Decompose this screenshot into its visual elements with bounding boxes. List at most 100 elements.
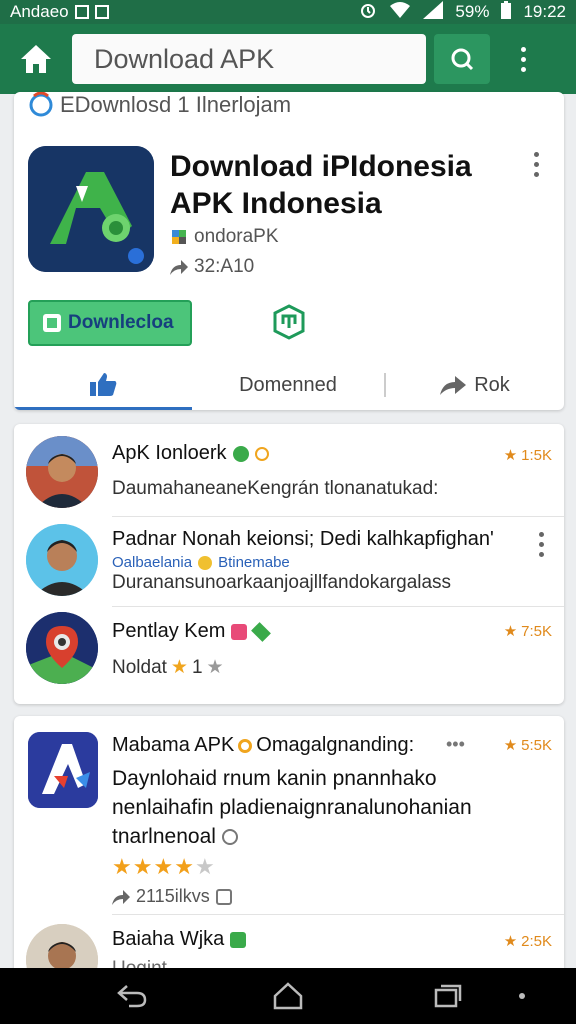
list-item-title-row: Pentlay Kem xyxy=(112,620,272,643)
list-item-title: Pentlay Kem xyxy=(112,620,226,642)
featured-app-icon[interactable] xyxy=(28,146,154,272)
list-item[interactable]: Padnar Nonah keionsi; Dedi kalhkapfighan… xyxy=(14,518,564,604)
list-item-title-row: Baiaha Wjka xyxy=(112,928,247,951)
alarm-icon xyxy=(359,1,377,24)
app-star-rating: ★★★★★ xyxy=(112,854,216,880)
list-item[interactable]: ApK Ionloerk DaumahaneaneKengrán tlonana… xyxy=(14,424,564,512)
status-bar: Andaeo 59% 19:22 xyxy=(0,0,576,24)
search-input[interactable]: Download APK xyxy=(72,34,426,84)
recents-icon xyxy=(434,984,462,1008)
search-input-text: Download APK xyxy=(94,43,275,74)
home-icon xyxy=(21,45,51,73)
tab-like[interactable] xyxy=(14,360,192,410)
search-button[interactable] xyxy=(434,34,490,84)
star-icon: ★ xyxy=(503,737,518,754)
list-item-desc: DaumahaneaneKengrán tlonanatukad: xyxy=(112,478,439,499)
badge-icon xyxy=(273,304,305,340)
list-item-stars: 1 xyxy=(191,656,203,678)
app-more-button[interactable]: ••• xyxy=(446,734,465,755)
notification-icon xyxy=(74,5,89,19)
list-item-rating: ★ 2:5K xyxy=(503,932,552,951)
time-label: 19:22 xyxy=(523,2,566,21)
tab-share[interactable]: Rok xyxy=(386,360,564,410)
rating-text: 7:5K xyxy=(521,622,552,640)
share-arrow-icon xyxy=(170,260,188,275)
more-vert-icon xyxy=(539,532,544,557)
featured-app-title[interactable]: Download iPIdonesia APK Indonesia xyxy=(170,148,500,222)
featured-more-button[interactable] xyxy=(534,152,539,177)
app-bar: Download APK xyxy=(0,24,576,94)
tag-icon xyxy=(251,621,272,642)
more-vert-icon xyxy=(520,46,526,72)
star-icon: ★ xyxy=(503,933,518,950)
app-title-accent: Omagalgnanding: xyxy=(256,734,415,756)
avatar xyxy=(26,524,98,596)
star-icon: ★ xyxy=(170,657,188,678)
nav-dot-button[interactable] xyxy=(508,968,536,1024)
download-box-icon xyxy=(215,888,232,905)
app-detail-card: Mabama APK Omagalgnanding: ••• ★ 5:5K Da… xyxy=(14,716,564,976)
emoji-icon xyxy=(198,555,213,570)
home-button[interactable] xyxy=(0,24,72,94)
wifi-icon xyxy=(389,1,411,24)
dot-icon xyxy=(519,993,525,999)
featured-stat-text: 32:A10 xyxy=(194,256,255,277)
list-item-rating: ★ 1:5K xyxy=(503,446,552,465)
list-item-tag-2: Btinemabe xyxy=(218,554,290,571)
avatar xyxy=(26,436,98,508)
featured-tabs: Domenned Rok xyxy=(14,360,564,410)
list-item-title-row: ApK Ionloerk xyxy=(112,442,269,465)
back-button[interactable] xyxy=(104,968,160,1024)
download-button[interactable]: Downlecloa xyxy=(28,300,192,346)
star-icon: ★ xyxy=(153,854,175,879)
battery-icon xyxy=(501,0,512,24)
list-item[interactable]: Baiaha Wjka Uogint ★ 2:5K xyxy=(14,916,564,976)
app-logo-icon xyxy=(29,92,53,117)
tab-recommended[interactable]: Domenned xyxy=(192,360,384,410)
developer-name: ondoraPK xyxy=(194,226,279,247)
app-title-row[interactable]: Mabama APK Omagalgnanding: xyxy=(112,734,414,757)
battery-label: 59% xyxy=(455,2,490,21)
overflow-menu-button[interactable] xyxy=(498,24,548,94)
avatar xyxy=(26,612,98,684)
developer-icon xyxy=(172,230,186,244)
share-arrow-icon xyxy=(112,889,130,905)
bookmark-badge-button[interactable] xyxy=(272,304,306,345)
more-vert-icon xyxy=(534,152,539,177)
download-icon xyxy=(43,314,61,332)
app-list-card: ApK Ionloerk DaumahaneaneKengrán tlonana… xyxy=(14,424,564,704)
app-rating: ★ 5:5K xyxy=(503,736,552,755)
badge-icon xyxy=(238,738,253,753)
featured-developer[interactable]: ondoraPK xyxy=(170,226,279,248)
tab-share-label: Rok xyxy=(474,373,510,396)
star-icon: ★ xyxy=(174,854,195,879)
list-item-rating: ★ 7:5K xyxy=(503,622,552,641)
share-arrow-icon xyxy=(440,376,467,395)
list-item[interactable]: Pentlay Kem Noldat ★ 1 ★ ★ 7:5K xyxy=(14,608,564,704)
star-outline-icon: ★ xyxy=(194,854,216,879)
app-description-text: Daynlohaid rnum kanin pnannhako nenlaiha… xyxy=(112,767,472,848)
recents-button[interactable] xyxy=(420,968,476,1024)
list-item-desc: Noldat xyxy=(112,656,167,678)
star-icon: ★ xyxy=(503,447,518,464)
app-stat: 2115ilkvs xyxy=(112,886,232,907)
app-icon[interactable] xyxy=(28,732,98,808)
system-nav-bar xyxy=(0,968,576,1024)
list-item-title: ApK Ionloerk xyxy=(112,442,227,464)
star-icon: ★ xyxy=(503,623,518,640)
carrier-label: Andaeo xyxy=(10,2,69,21)
thumbs-up-icon xyxy=(90,372,117,396)
tab-recommended-label: Domenned xyxy=(239,373,337,396)
home-nav-button[interactable] xyxy=(260,968,316,1024)
search-icon xyxy=(451,48,474,71)
app-description: Daynlohaid rnum kanin pnannhako nenlaiha… xyxy=(112,764,512,851)
list-item-title: Padnar Nonah keionsi; Dedi kalhkapfighan… xyxy=(112,528,494,550)
featured-top-label: EDownlosd 1 Ilnerlojam xyxy=(28,92,291,118)
info-icon xyxy=(221,829,238,846)
list-item-tag: Oalbaelania xyxy=(112,554,193,571)
list-item-more-button[interactable] xyxy=(539,532,544,557)
list-item-desc-row: Noldat ★ 1 ★ xyxy=(112,656,224,679)
star-outline-icon: ★ xyxy=(206,657,224,678)
rating-text: 1:5K xyxy=(521,446,552,464)
clock-icon xyxy=(254,446,269,461)
